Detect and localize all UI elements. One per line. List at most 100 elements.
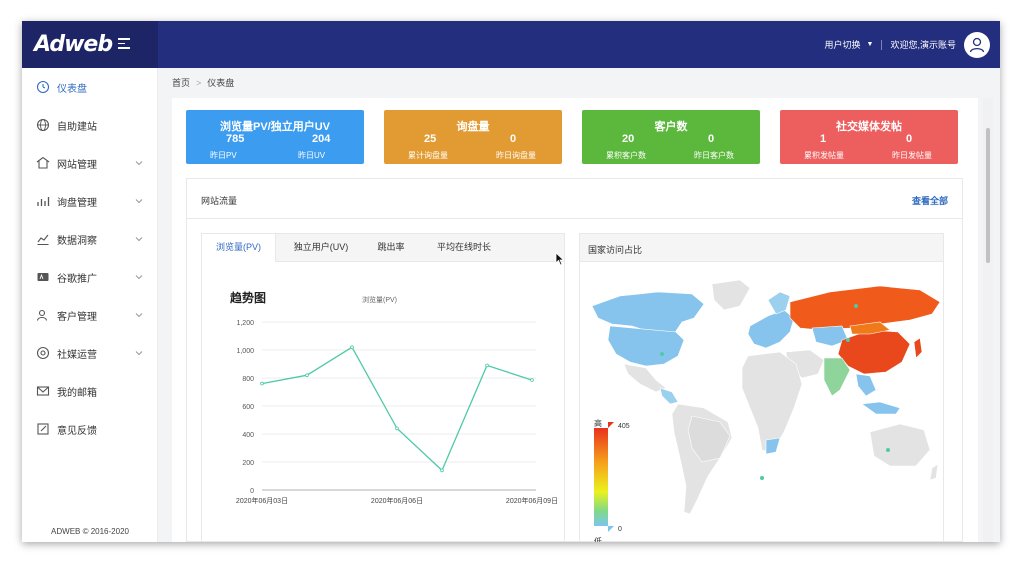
sidebar-item-label: 我的邮箱 [57,387,97,399]
tab-pv[interactable]: 浏览量(PV) [202,234,276,262]
scrollbar-thumb[interactable] [986,128,990,263]
map-region-russia[interactable] [789,285,941,331]
data-point[interactable] [485,363,489,368]
sidebar-item-mail[interactable]: 我的邮箱 [22,372,158,410]
map-region-china[interactable] [837,329,911,375]
y-tick-label: 600 [242,404,254,411]
map-region-usa[interactable] [607,325,685,367]
map-region-canada[interactable] [591,291,705,335]
bar-chart-icon [36,194,50,208]
insight-icon [36,232,50,246]
caret-down-icon[interactable]: ▼ [867,41,874,48]
sidebar-item-dashboard[interactable]: 仪表盘 [22,68,158,106]
map-point [760,476,764,480]
scale-high-label: 高 [594,419,602,428]
stat-card[interactable]: 浏览量PV/独立用户UV 785 204 昨日PV 昨日UV [186,110,364,164]
stat-left-value: 1 [820,133,827,145]
page-scrollbar[interactable] [983,98,993,542]
chevron-down-icon [134,310,144,320]
sidebar-item-users[interactable]: 客户管理 [22,296,158,334]
panel-title: 网站流量 [201,196,238,206]
top-right-area: 用户切换 ▼ 欢迎您,演示账号 [825,21,990,68]
breadcrumb-home[interactable]: 首页 [172,78,190,88]
stat-left-value: 785 [226,133,245,145]
sidebar-item-label: 社媒运营 [57,349,97,361]
sidebar-item-label: 意见反馈 [57,425,97,437]
map-region-australia[interactable] [869,423,931,467]
map-region-new-zealand[interactable] [929,463,939,481]
country-visits-card: 国家访问占比 高 低 405 0 [579,233,944,542]
chart-legend: 浏览量(PV) [362,297,397,304]
data-point[interactable] [395,426,399,431]
map-region-india[interactable] [823,357,851,397]
tab-bounce-rate[interactable]: 跳出率 [364,234,418,261]
geo-header: 国家访问占比 [580,234,943,262]
sidebar-item-bar-chart[interactable]: 询盘管理 [22,182,158,220]
data-point[interactable] [305,373,309,377]
map-region-africa[interactable] [741,351,803,453]
map-region-southeast-asia[interactable] [855,373,877,397]
app-window: Adweb 用户切换 ▼ 欢迎您,演示账号 仪表盘 自助建站 网站管理 询盘管理 数据洞… [22,21,1000,542]
heat-scale-min-handle[interactable] [608,526,614,532]
sidebar-item-ad[interactable]: 谷歌推广 [22,258,158,296]
y-tick-label: 200 [242,460,254,467]
dashboard-icon [36,80,50,94]
stat-left-value: 20 [622,133,635,145]
breadcrumb-current: 仪表盘 [207,78,235,88]
stat-left-label: 累积发帖量 [804,151,844,160]
stat-left-value: 25 [424,133,437,145]
map-point [846,338,850,342]
heat-scale-bar [594,428,608,526]
sidebar-item-feedback[interactable]: 意见反馈 [22,410,158,448]
map-region-scandinavia[interactable] [767,291,791,315]
trend-line-chart: 0 200 400 600 800 1,000 1,200 2020年06月03日 2020年0… [236,320,558,505]
data-point[interactable] [260,381,264,386]
x-tick-label: 2020年06月03日 [236,496,288,505]
chevron-down-icon [134,272,144,282]
stat-title: 浏览量PV/独立用户UV [219,121,330,133]
breadcrumb: 首页 > 仪表盘 [172,76,234,89]
users-icon [36,308,50,322]
map-region-central-america[interactable] [659,387,679,405]
stat-card[interactable]: 社交媒体发帖 1 0 累积发帖量 昨日发帖量 [780,110,958,164]
welcome-text: 欢迎您,演示账号 [890,40,956,50]
user-switch-menu[interactable]: 用户切换 [825,38,861,51]
map-region-south-africa[interactable] [765,437,781,455]
heat-scale-max-handle[interactable] [608,422,614,428]
mouse-cursor-icon [555,252,565,266]
map-region-europe[interactable] [747,309,795,349]
sidebar-item-label: 谷歌推广 [57,273,97,285]
chevron-down-icon [134,158,144,168]
data-point[interactable] [440,468,444,473]
scale-max-value: 405 [618,423,630,430]
series-line [261,346,533,472]
map-point [854,304,858,308]
sidebar-item-insight[interactable]: 数据洞察 [22,220,158,258]
sidebar-item-website[interactable]: 网站管理 [22,144,158,182]
stat-card[interactable]: 询盘量 25 0 累计询盘量 昨日询盘量 [384,110,562,164]
website-icon [36,156,50,170]
geo-title: 国家访问占比 [588,245,643,255]
breadcrumb-separator: > [196,78,202,88]
tab-uv[interactable]: 独立用户(UV) [282,234,360,261]
map-region-indonesia[interactable] [861,401,901,415]
data-point[interactable] [350,345,354,349]
y-tick-label: 800 [242,376,254,383]
map-region-japan[interactable] [913,337,923,359]
sidebar-item-globe[interactable]: 自助建站 [22,106,158,144]
tab-avg-online-time[interactable]: 平均在线时长 [424,234,504,261]
world-map [591,279,941,532]
menu-toggle-icon[interactable] [118,38,130,50]
main-content: 浏览量PV/独立用户UV 785 204 昨日PV 昨日UV 询盘量 25 0 累计询盘量 昨日询… [172,98,978,542]
sidebar-item-social[interactable]: 社媒运营 [22,334,158,372]
see-all-link[interactable]: 查看全部 [912,194,948,207]
y-tick-label: 0 [250,488,254,495]
sidebar: 仪表盘 自助建站 网站管理 询盘管理 数据洞察 谷歌推广 客户管理 社媒运营 我的邮箱 意见反馈 … [22,68,158,542]
top-bar: Adweb 用户切换 ▼ 欢迎您,演示账号 [22,21,1000,68]
stat-card[interactable]: 客户数 20 0 累积客户数 昨日客户数 [582,110,760,164]
avatar[interactable] [964,31,990,58]
data-point[interactable] [530,378,534,382]
feedback-icon [36,422,50,436]
map-region-greenland[interactable] [711,279,751,311]
scale-min-value: 0 [618,526,622,533]
